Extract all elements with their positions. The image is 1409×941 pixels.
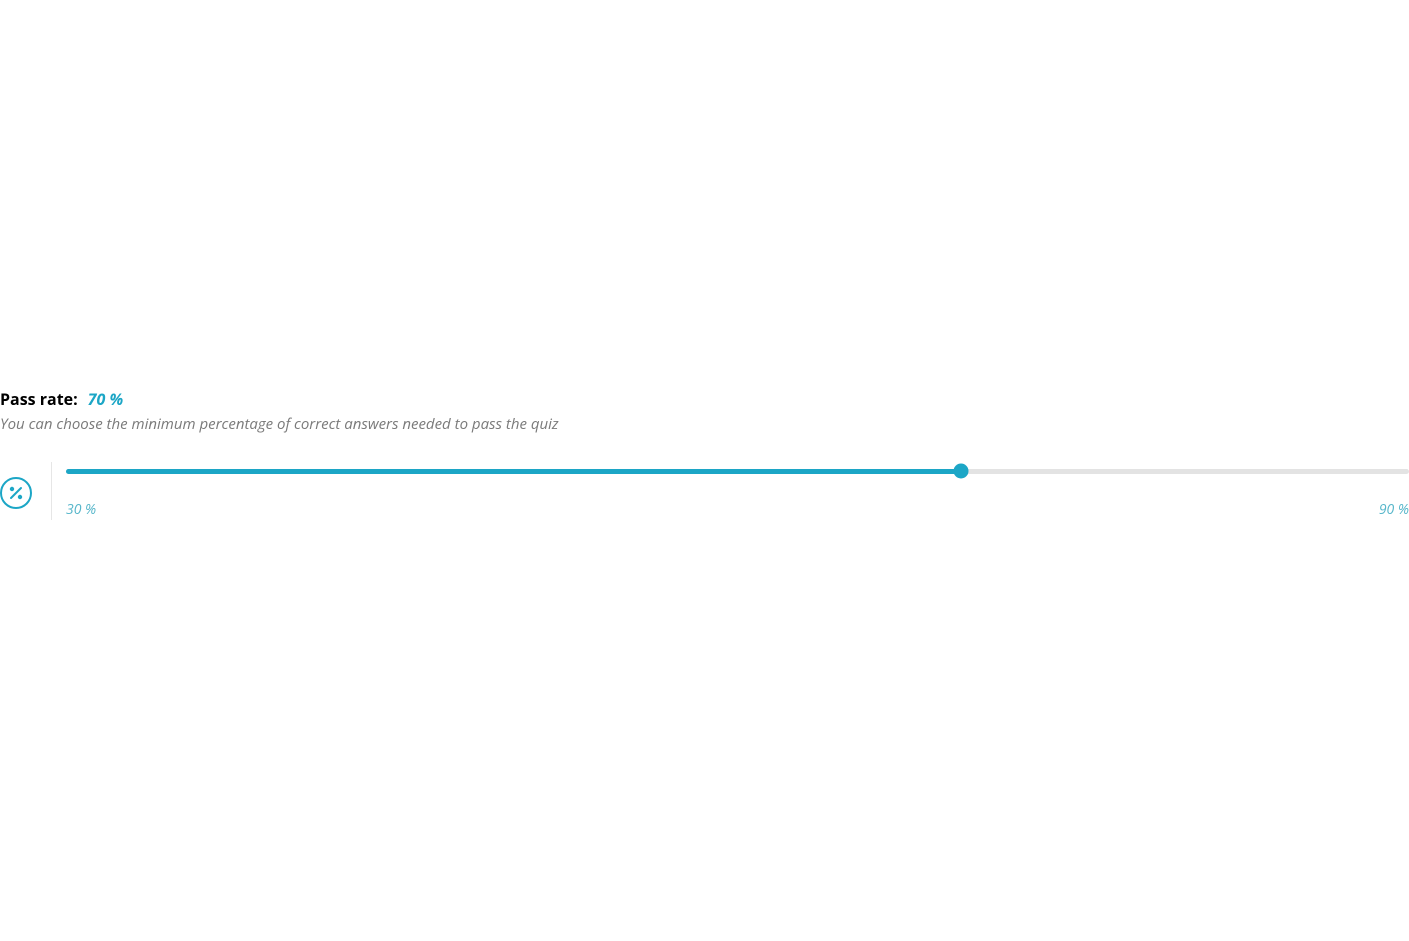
slider-min-label: 30 % (66, 500, 96, 519)
percent-icon (0, 477, 32, 509)
slider-track (66, 469, 1409, 474)
pass-rate-slider-row: 30 % 90 % (0, 462, 1409, 520)
pass-rate-value: 70 % (88, 388, 123, 410)
pass-rate-slider[interactable] (66, 462, 1409, 480)
slider-labels: 30 % 90 % (66, 500, 1409, 519)
pass-rate-description: You can choose the minimum percentage of… (0, 414, 1409, 434)
slider-fill (66, 469, 961, 474)
pass-rate-label: Pass rate: (0, 388, 78, 410)
slider-max-label: 90 % (1379, 500, 1409, 519)
pass-rate-header: Pass rate: 70 % (0, 388, 1409, 410)
percent-icon-cell (0, 462, 52, 520)
slider-thumb[interactable] (954, 464, 969, 479)
